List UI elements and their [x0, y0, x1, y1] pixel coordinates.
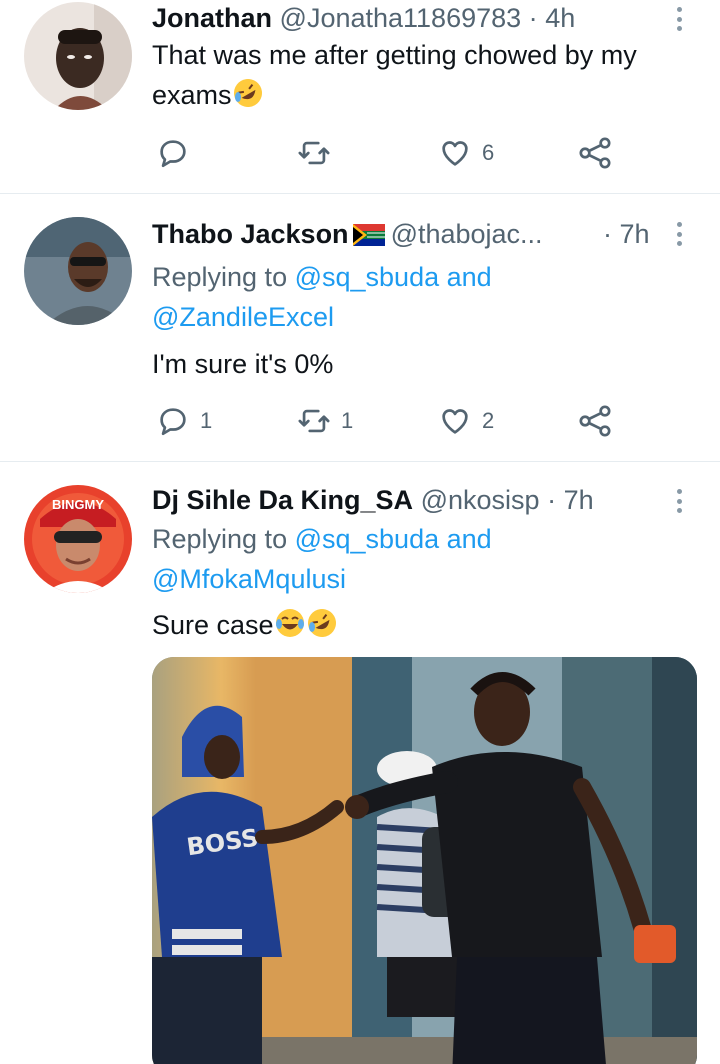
tweet-jonathan[interactable]: Jonathan @Jonatha11869783 · 4h That was …	[0, 0, 720, 194]
display-name[interactable]: Thabo Jackson	[152, 219, 349, 249]
user-handle[interactable]: @thabojac...	[391, 219, 543, 249]
like-icon	[442, 409, 468, 434]
retweet-icon	[298, 141, 330, 165]
tweet-header: Jonathan @Jonatha11869783 · 4h	[152, 2, 660, 34]
separator-dot: ·	[528, 3, 538, 33]
share-icon	[579, 405, 611, 437]
timestamp[interactable]: 7h	[564, 485, 594, 515]
photo-image: BOSS	[152, 657, 697, 1064]
more-icon[interactable]	[672, 4, 686, 34]
tweet-thabo-jackson[interactable]: Thabo Jackson @thabojac... · 7h Replying …	[0, 194, 720, 462]
face-with-tears-of-joy-emoji	[275, 609, 304, 637]
retweet-button[interactable]	[297, 133, 341, 173]
more-icon[interactable]	[672, 219, 686, 249]
tweet-time: · 7h	[603, 218, 650, 250]
reply-button[interactable]: 1	[156, 401, 212, 441]
share-button[interactable]	[578, 401, 612, 441]
like-button[interactable]: 2	[438, 401, 494, 441]
tweet-header: Dj Sihle Da King_SA @nkosisp · 7h	[152, 484, 660, 516]
rolling-on-floor-laughing-emoji	[307, 609, 336, 637]
south-africa-flag-icon	[352, 224, 385, 246]
display-name[interactable]: Dj Sihle Da King_SA	[152, 485, 413, 515]
avatar[interactable]	[24, 2, 132, 110]
display-name[interactable]: Jonathan	[152, 3, 272, 33]
share-icon	[579, 137, 611, 169]
retweet-icon	[298, 409, 330, 433]
mention-link[interactable]: @sq_sbuda	[295, 262, 440, 292]
tweet-text: That was me after getting chowed by my e…	[152, 35, 690, 115]
like-button[interactable]: 6	[438, 133, 494, 173]
user-handle[interactable]: @nkosisp	[421, 485, 540, 515]
like-icon	[442, 141, 468, 166]
replying-to: Replying to @sq_sbuda and @MfokaMqulusi	[152, 524, 492, 594]
tweet-header: Thabo Jackson @thabojac...	[152, 218, 644, 250]
separator-dot: ·	[547, 485, 557, 515]
replying-to: Replying to @sq_sbuda and @ZandileExcel	[152, 262, 492, 332]
mention-link[interactable]: @ZandileExcel	[152, 302, 334, 332]
avatar[interactable]: BINGMY	[24, 485, 132, 593]
rolling-on-floor-laughing-emoji	[233, 78, 262, 107]
like-count: 6	[482, 140, 495, 165]
share-button[interactable]	[578, 133, 612, 173]
separator-dot: ·	[603, 219, 612, 249]
tweet-text: Sure case	[152, 605, 696, 645]
retweet-count: 1	[341, 408, 354, 433]
mention-link[interactable]: @sq_sbuda	[295, 524, 440, 554]
tweet-actions: 1 1 2	[152, 401, 622, 441]
reply-button[interactable]	[156, 133, 200, 173]
mention-link[interactable]: @MfokaMqulusi	[152, 564, 346, 594]
avatar[interactable]	[24, 217, 132, 325]
tweet-text: I'm sure it's 0%	[152, 349, 334, 379]
reply-icon	[160, 408, 186, 436]
reply-count: 1	[200, 408, 213, 433]
tweet-photo[interactable]: BOSS	[152, 657, 697, 1064]
tweet-actions: 6	[152, 133, 622, 173]
timestamp[interactable]: 4h	[545, 3, 575, 33]
like-count: 2	[482, 408, 495, 433]
reply-icon	[160, 140, 186, 168]
timeline: Jonathan @Jonatha11869783 · 4h That was …	[0, 0, 720, 1064]
retweet-button[interactable]: 1	[297, 401, 353, 441]
timestamp[interactable]: 7h	[620, 219, 650, 249]
cap-logo-text: BINGMY	[52, 497, 104, 512]
user-handle[interactable]: @Jonatha11869783	[280, 3, 522, 33]
more-icon[interactable]	[672, 486, 686, 516]
